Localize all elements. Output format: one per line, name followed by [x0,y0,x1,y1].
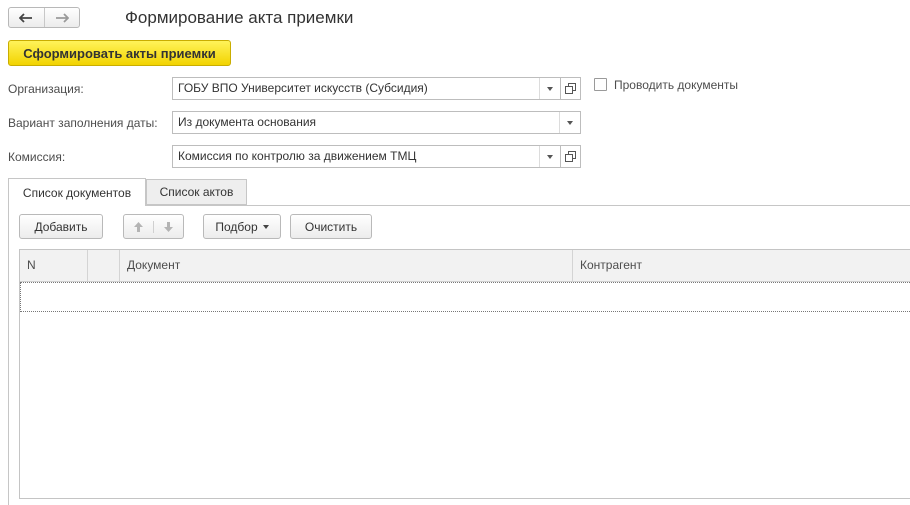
organization-label: Организация: [8,82,84,96]
date-variant-label: Вариант заполнения даты: [8,116,158,130]
select-button-label: Подбор [215,219,258,234]
commission-dropdown-button[interactable] [539,146,560,167]
date-variant-value[interactable]: Из документа основания [173,112,559,133]
arrow-right-icon [55,12,69,23]
chevron-down-icon [547,154,553,159]
chevron-down-icon [567,120,573,125]
back-button[interactable] [9,8,44,27]
post-documents-label: Проводить документы [614,78,739,92]
column-header-number[interactable]: N [20,250,88,281]
chevron-down-icon [262,224,269,229]
arrow-down-icon [164,221,173,232]
move-up-button[interactable] [124,221,153,233]
move-down-button[interactable] [153,220,183,233]
open-form-icon [565,83,576,94]
organization-value[interactable]: ГОБУ ВПО Университет искусств (Субсидия) [173,78,539,99]
arrow-left-icon [19,12,33,23]
column-header-document[interactable]: Документ [120,250,573,281]
column-header-icon[interactable] [88,250,120,281]
select-button[interactable]: Подбор [203,214,281,239]
table-row-empty-selected[interactable] [20,282,910,312]
commission-open-button[interactable] [561,145,581,168]
add-button[interactable]: Добавить [19,214,103,239]
page-title: Формирование акта приемки [125,8,354,27]
clear-button[interactable]: Очистить [290,214,372,239]
tab-act-list[interactable]: Список актов [146,179,247,205]
tab-document-list[interactable]: Список документов [8,178,146,206]
forward-button[interactable] [43,8,80,27]
open-form-icon [565,151,576,162]
post-documents-checkbox[interactable] [594,78,607,91]
arrow-up-icon [134,221,143,232]
navigation-buttons [8,7,80,28]
date-variant-dropdown-button[interactable] [559,112,580,133]
column-header-counterparty[interactable]: Контрагент [573,250,910,281]
organization-dropdown-button[interactable] [539,78,560,99]
documents-table[interactable]: N Документ Контрагент [19,249,910,499]
move-buttons [123,214,184,239]
table-header: N Документ Контрагент [20,250,910,282]
organization-field[interactable]: ГОБУ ВПО Университет искусств (Субсидия) [172,77,561,100]
chevron-down-icon [547,86,553,91]
commission-value[interactable]: Комиссия по контролю за движением ТМЦ [173,146,539,167]
create-acts-button[interactable]: Сформировать акты приемки [8,40,231,66]
organization-open-button[interactable] [561,77,581,100]
date-variant-field[interactable]: Из документа основания [172,111,581,134]
commission-field[interactable]: Комиссия по контролю за движением ТМЦ [172,145,561,168]
commission-label: Комиссия: [8,150,66,164]
